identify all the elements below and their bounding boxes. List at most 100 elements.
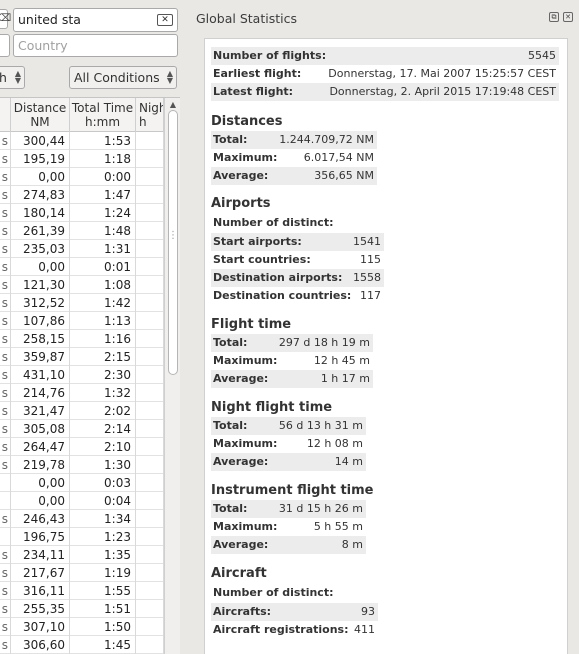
cell-distance: 235,03 (11, 240, 70, 258)
table-row[interactable]: 0,00 0:04 (0, 492, 180, 510)
table-row[interactable]: s 306,60 1:45 (0, 636, 180, 654)
table-row[interactable]: s 219,78 1:30 (0, 456, 180, 474)
general-stat-row: Number of flights: 5545 (211, 47, 559, 65)
section-flight-time-title: Flight time (211, 317, 292, 332)
airport-search-input[interactable]: united sta ✕ (13, 8, 178, 32)
flight-time-stat-row: Maximum: 12 h 45 m (211, 352, 373, 370)
table-row[interactable]: s 359,87 2:15 (0, 348, 180, 366)
table-row[interactable]: s 235,03 1:31 (0, 240, 180, 258)
stat-value: 115 (360, 253, 381, 266)
stat-value: 1 h 17 m (320, 372, 370, 385)
filter-input-truncated[interactable] (0, 34, 10, 57)
cell-total-time: 1:18 (70, 150, 136, 168)
table-row[interactable]: s 121,30 1:08 (0, 276, 180, 294)
header-night-label: Nigh h (139, 101, 164, 129)
table-scrollbar[interactable]: ▲ (164, 98, 180, 654)
cell-truncated: s (0, 438, 11, 456)
scroll-up-icon[interactable]: ▲ (168, 100, 178, 110)
section-distances-title: Distances (211, 114, 283, 129)
stat-value: 1558 (353, 271, 381, 284)
table-row[interactable]: s 246,43 1:34 (0, 510, 180, 528)
night-time-stat-row: Maximum: 12 h 08 m (211, 435, 366, 453)
stat-value: 1.244.709,72 NM (279, 133, 374, 146)
aircraft-stat-row: Aircrafts: 93 (211, 603, 378, 621)
table-row[interactable]: s 431,10 2:30 (0, 366, 180, 384)
table-row[interactable]: s 258,15 1:16 (0, 330, 180, 348)
stat-label: Average: (213, 455, 269, 468)
close-panel-icon[interactable]: ✕ (563, 12, 573, 22)
country-input[interactable]: Country (13, 34, 178, 57)
table-row[interactable]: s 255,35 1:51 (0, 600, 180, 618)
cell-total-time: 1:13 (70, 312, 136, 330)
table-row[interactable]: s 264,47 2:10 (0, 438, 180, 456)
panel-title: Global Statistics (196, 11, 297, 26)
table-row[interactable]: s 0,00 0:01 (0, 258, 180, 276)
table-header: Distance NM Total Time h:mm Nigh h (0, 98, 180, 132)
statistics-panel: Number of flights: 5545 Earliest flight: Do… (204, 38, 568, 654)
conditions-combo[interactable]: All Conditions ▲ ▼ (69, 66, 177, 89)
table-row[interactable]: s 180,14 1:24 (0, 204, 180, 222)
stat-label: Destination countries: (213, 289, 352, 302)
cell-night (136, 204, 164, 222)
clear-icon[interactable]: ⌫ (0, 9, 11, 29)
cell-truncated: s (0, 294, 11, 312)
cell-truncated: s (0, 636, 11, 654)
stat-value: 14 m (334, 455, 363, 468)
cell-distance: 300,44 (11, 132, 70, 150)
stat-value: 93 (361, 605, 375, 618)
cell-distance: 0,00 (11, 258, 70, 276)
filter-combo[interactable]: h ▲ ▼ (0, 66, 25, 89)
column-header-truncated[interactable] (0, 98, 11, 132)
table-row[interactable]: s 195,19 1:18 (0, 150, 180, 168)
distance-stat-row: Average: 356,65 NM (211, 167, 377, 185)
stat-value: 117 (360, 289, 381, 302)
table-row[interactable]: s 0,00 0:00 (0, 168, 180, 186)
cell-distance: 217,67 (11, 564, 70, 582)
splitter-handle[interactable]: ⋮ (168, 230, 178, 250)
cell-truncated: s (0, 168, 11, 186)
cell-total-time: 1:35 (70, 546, 136, 564)
cell-total-time: 2:10 (70, 438, 136, 456)
table-row[interactable]: s 234,11 1:35 (0, 546, 180, 564)
table-row[interactable]: s 305,08 2:14 (0, 420, 180, 438)
table-row[interactable]: s 217,67 1:19 (0, 564, 180, 582)
table-row[interactable]: s 214,76 1:32 (0, 384, 180, 402)
header-total-time-label: Total Time h:mm (71, 101, 134, 129)
table-row[interactable]: s 321,47 2:02 (0, 402, 180, 420)
cell-truncated: s (0, 582, 11, 600)
cell-total-time: 1:30 (70, 456, 136, 474)
clear-search-icon[interactable]: ✕ (157, 14, 173, 26)
column-header-distance[interactable]: Distance NM (11, 98, 70, 132)
cell-distance: 312,52 (11, 294, 70, 312)
table-row[interactable]: s 316,11 1:55 (0, 582, 180, 600)
column-header-night[interactable]: Nigh h (136, 98, 164, 132)
cell-truncated: s (0, 456, 11, 474)
table-row[interactable]: 0,00 0:03 (0, 474, 180, 492)
float-panel-icon[interactable]: ⧉ (549, 12, 559, 22)
cell-night (136, 600, 164, 618)
stat-value: Donnerstag, 2. April 2015 17:19:48 CEST (329, 85, 556, 98)
cell-night (136, 510, 164, 528)
table-row[interactable]: s 274,83 1:47 (0, 186, 180, 204)
cell-distance: 264,47 (11, 438, 70, 456)
table-row[interactable]: s 312,52 1:42 (0, 294, 180, 312)
general-stat-row: Latest flight: Donnerstag, 2. April 2015 … (211, 83, 559, 101)
table-row[interactable]: s 261,39 1:48 (0, 222, 180, 240)
aircraft-distinct-label: Number of distinct: (213, 586, 334, 599)
column-header-total-time[interactable]: Total Time h:mm (70, 98, 136, 132)
airport-stat-row: Start countries: 115 (211, 251, 384, 269)
cell-truncated: s (0, 204, 11, 222)
cell-total-time: 1:31 (70, 240, 136, 258)
table-row[interactable]: s 300,44 1:53 (0, 132, 180, 150)
cell-total-time: 1:23 (70, 528, 136, 546)
cell-total-time: 2:15 (70, 348, 136, 366)
stat-label: Number of flights: (213, 49, 327, 62)
stat-label: Average: (213, 538, 269, 551)
table-row[interactable]: 196,75 1:23 (0, 528, 180, 546)
cell-total-time: 1:50 (70, 618, 136, 636)
cell-night (136, 150, 164, 168)
distance-stat-row: Total: 1.244.709,72 NM (211, 131, 377, 149)
cell-distance: 359,87 (11, 348, 70, 366)
table-row[interactable]: s 107,86 1:13 (0, 312, 180, 330)
table-row[interactable]: s 307,10 1:50 (0, 618, 180, 636)
